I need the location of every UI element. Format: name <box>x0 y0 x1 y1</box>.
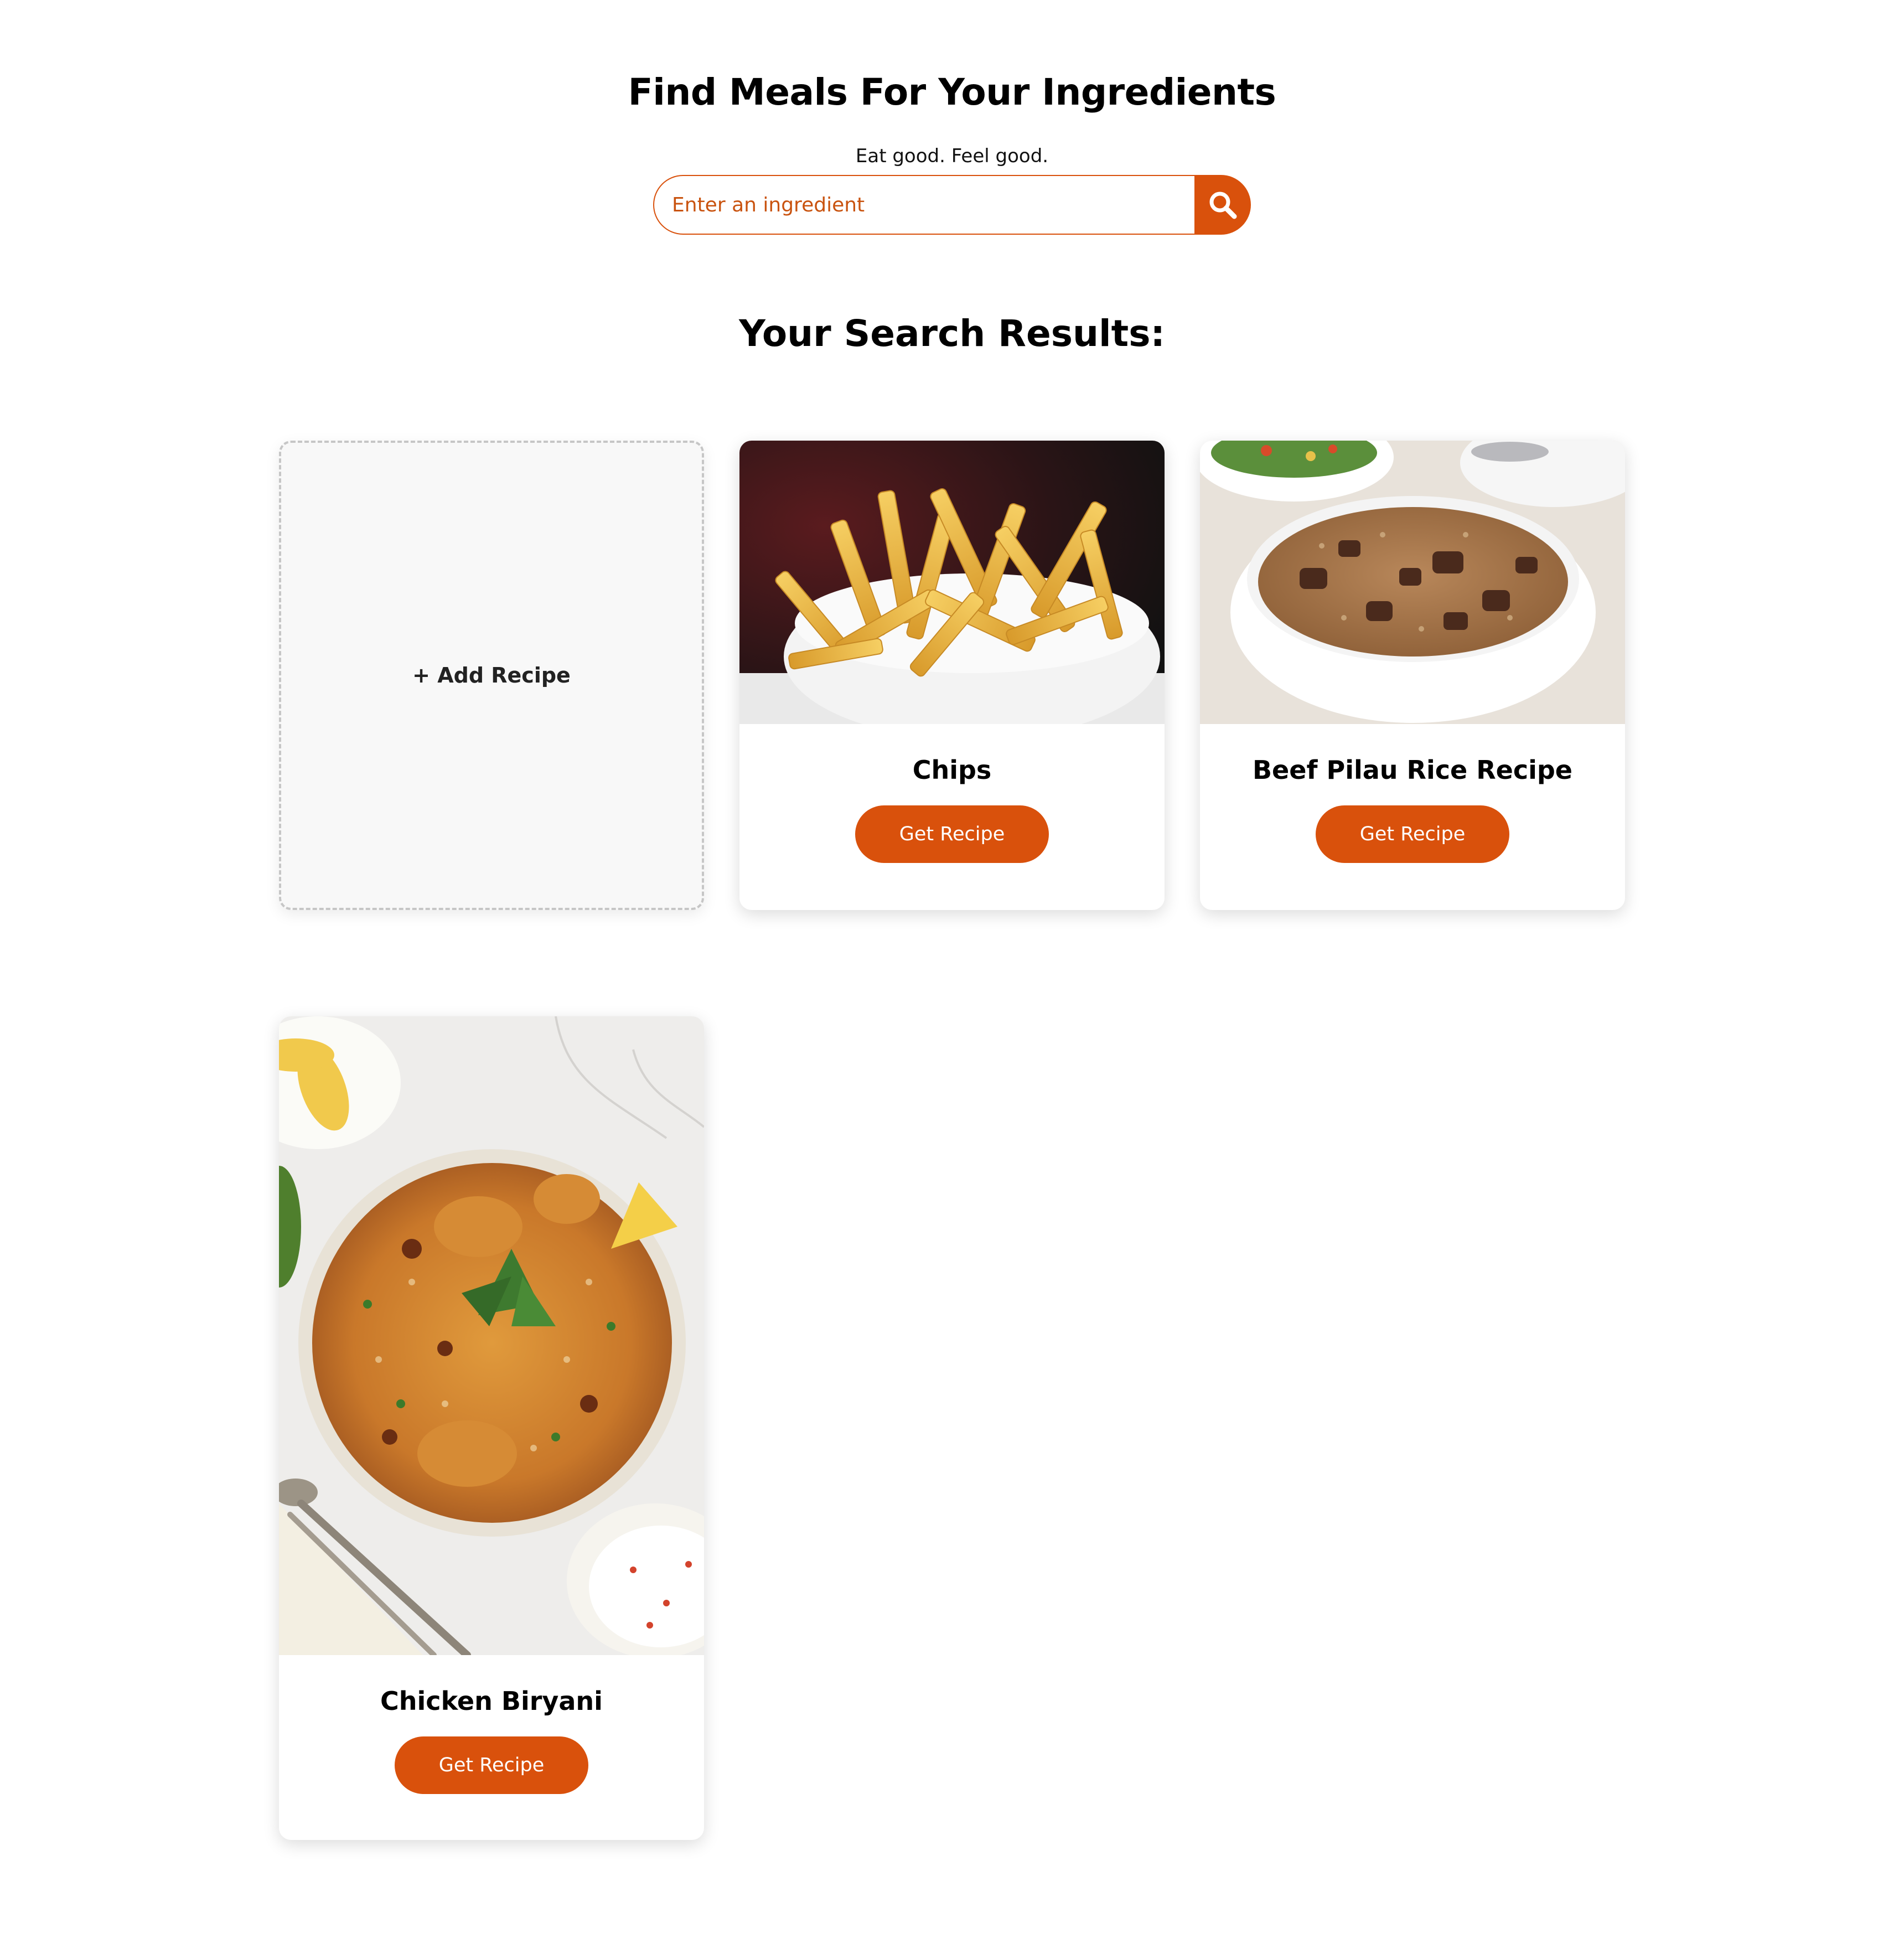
recipe-card-chips: Chips Get Recipe <box>739 441 1165 910</box>
recipe-title: Chicken Biryani <box>380 1686 603 1716</box>
tagline: Eat good. Feel good. <box>855 145 1049 167</box>
chicken-biryani-image <box>279 1016 704 1655</box>
recipe-card-beef-pilau: Beef Pilau Rice Recipe Get Recipe <box>1200 441 1625 910</box>
recipe-card-chicken-biryani: Chicken Biryani Get Recipe <box>279 1016 704 1840</box>
chips-image <box>739 441 1165 724</box>
recipe-title: Chips <box>912 755 992 785</box>
page-title: Find Meals For Your Ingredients <box>628 71 1276 113</box>
get-recipe-button[interactable]: Get Recipe <box>855 805 1049 864</box>
search-form <box>653 175 1251 235</box>
add-recipe-card[interactable]: + Add Recipe <box>279 441 704 910</box>
results-title: Your Search Results: <box>739 312 1165 355</box>
search-button[interactable] <box>1194 175 1251 235</box>
get-recipe-button[interactable]: Get Recipe <box>395 1736 588 1795</box>
add-recipe-label: + Add Recipe <box>412 663 571 687</box>
search-input[interactable] <box>653 175 1196 235</box>
recipe-title: Beef Pilau Rice Recipe <box>1253 755 1572 785</box>
get-recipe-button[interactable]: Get Recipe <box>1316 805 1509 864</box>
search-icon <box>1209 192 1237 219</box>
beef-pilau-image <box>1200 441 1625 724</box>
